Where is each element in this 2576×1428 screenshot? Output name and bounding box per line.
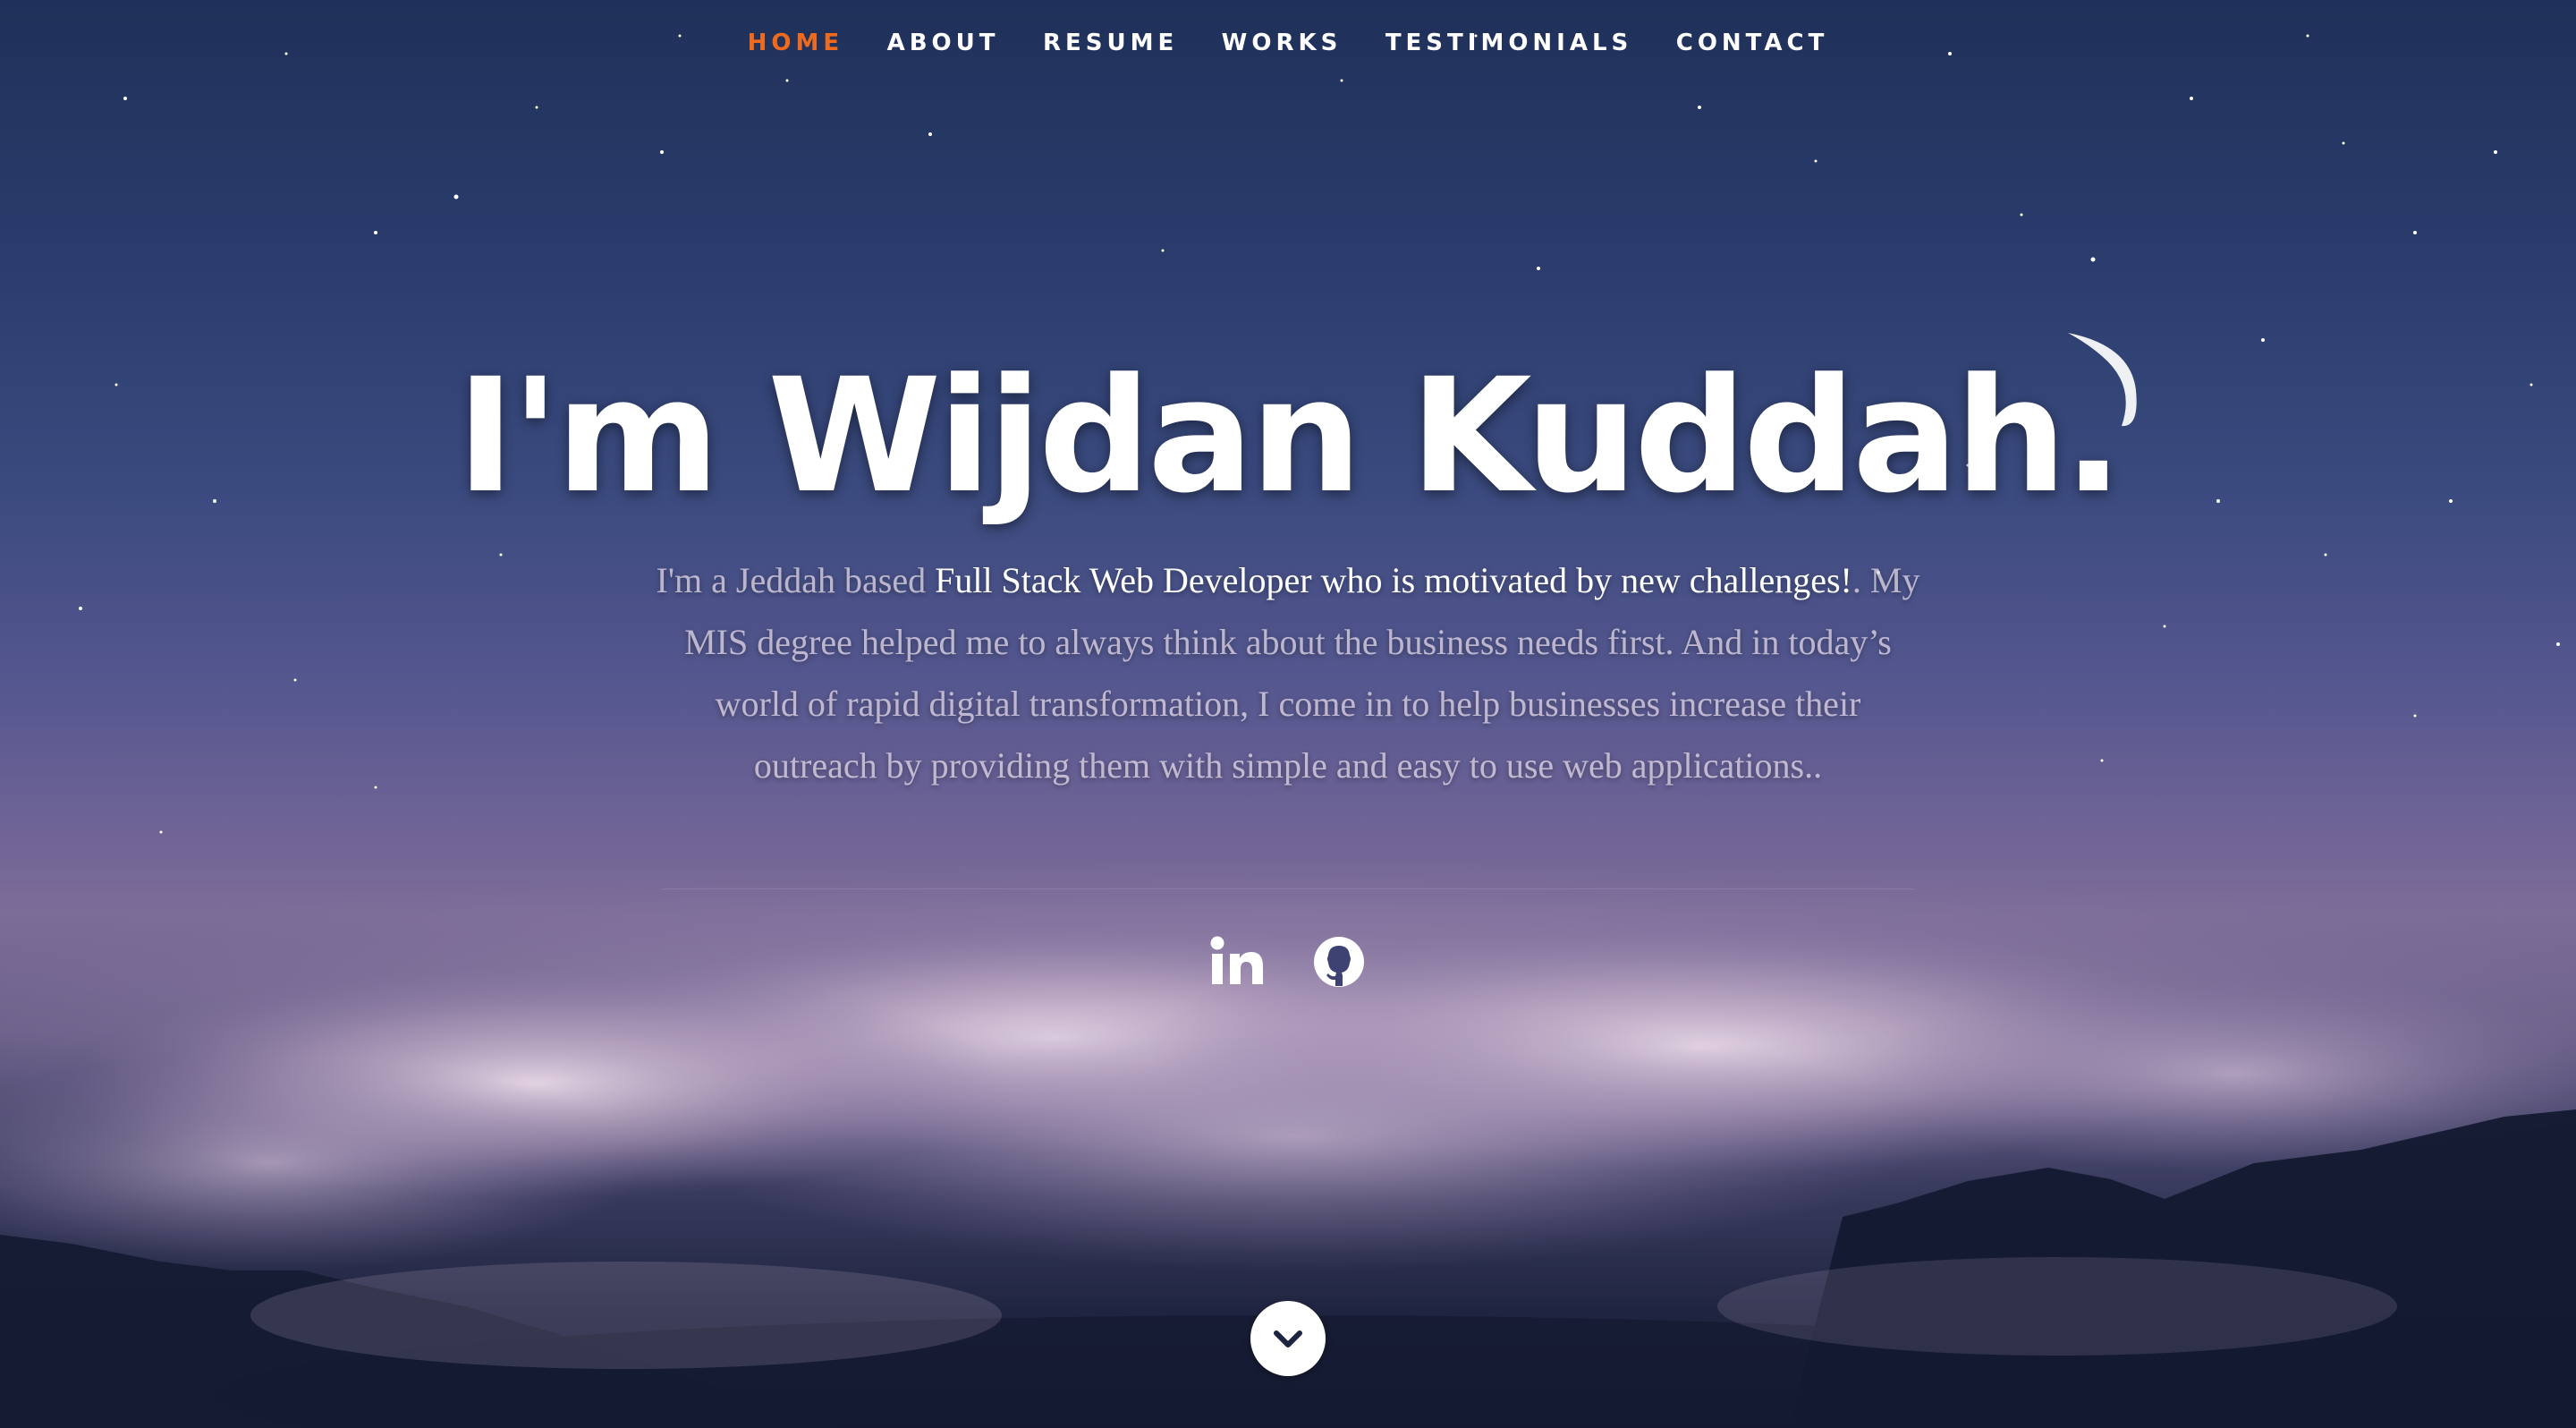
scroll-down-button[interactable] (1250, 1301, 1326, 1376)
bio-paragraph: I'm a Jeddah based Full Stack Web Develo… (653, 549, 1923, 796)
divider (662, 888, 1914, 889)
linkedin-icon (1210, 936, 1263, 984)
nav-resume[interactable]: RESUME (1043, 27, 1178, 59)
github-link[interactable] (1308, 931, 1370, 993)
nav-home[interactable]: HOME (748, 27, 844, 59)
nav-testimonials[interactable]: TESTIMONIALS (1385, 27, 1632, 59)
page-title: I'm Wijdan Kuddah. (456, 344, 2123, 528)
main-nav: HOME ABOUT RESUME WORKS TESTIMONIALS CON… (0, 27, 2576, 59)
hero-section: HOME ABOUT RESUME WORKS TESTIMONIALS CON… (0, 0, 2576, 1428)
nav-contact[interactable]: CONTACT (1676, 27, 1829, 59)
github-icon (1314, 937, 1365, 987)
nav-about[interactable]: ABOUT (887, 27, 1000, 59)
social-links (0, 931, 2576, 993)
bio-part-1: I'm a Jeddah based (656, 560, 936, 600)
nav-works[interactable]: WORKS (1222, 27, 1343, 59)
bio-highlight: Full Stack Web Developer who is motivate… (935, 560, 1852, 600)
chevron-down-icon (1274, 1330, 1302, 1347)
linkedin-link[interactable] (1206, 931, 1268, 993)
